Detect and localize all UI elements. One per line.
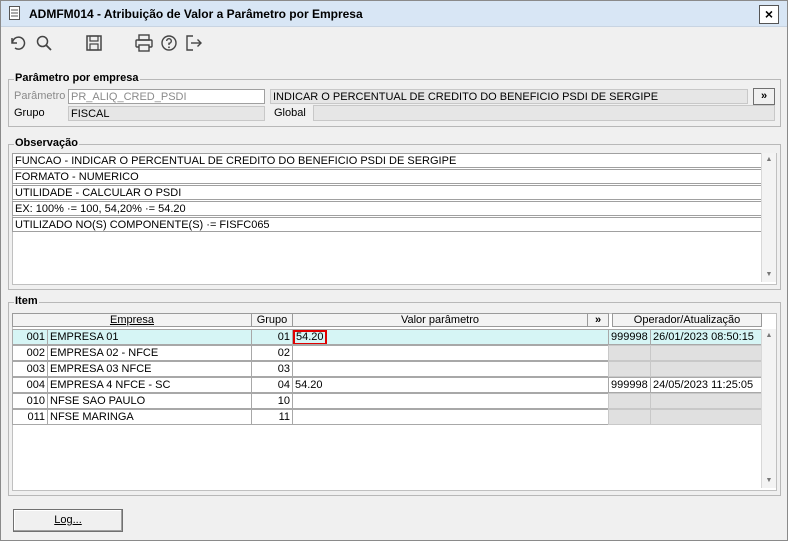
row-valor[interactable] xyxy=(292,361,609,377)
global-field xyxy=(313,105,775,121)
window-title: ADMFM014 - Atribuição de Valor a Parâmet… xyxy=(29,7,363,21)
row-atualizacao xyxy=(650,361,762,377)
scroll-up-icon[interactable]: ▲ xyxy=(762,153,776,167)
row-atualizacao xyxy=(650,393,762,409)
grupo-label: Grupo xyxy=(14,107,45,119)
log-button-label: Log... xyxy=(54,514,82,526)
row-grupo[interactable]: 10 xyxy=(251,393,293,409)
observacao-scrollbar[interactable]: ▲ ▼ xyxy=(761,153,776,282)
expand-description-button[interactable]: » xyxy=(753,88,775,105)
help-icon[interactable] xyxy=(158,32,180,54)
close-button[interactable]: × xyxy=(759,5,779,24)
observacao-line[interactable]: FORMATO - NUMERICO xyxy=(12,169,762,184)
column-header-operador[interactable]: Operador/Atualização xyxy=(612,313,762,327)
column-header-empresa[interactable]: Empresa xyxy=(12,313,252,327)
row-empresa[interactable]: NFSE SAO PAULO xyxy=(47,393,252,409)
item-table-scrollbar[interactable]: ▲ ▼ xyxy=(761,329,776,488)
row-grupo[interactable]: 01 xyxy=(251,329,293,345)
app-window: ADMFM014 - Atribuição de Valor a Parâmet… xyxy=(0,0,788,541)
row-grupo[interactable]: 11 xyxy=(251,409,293,425)
row-empresa[interactable]: EMPRESA 01 xyxy=(47,329,252,345)
grupo-field: FISCAL xyxy=(68,106,265,121)
row-code[interactable]: 004 xyxy=(12,377,48,393)
row-code[interactable]: 003 xyxy=(12,361,48,377)
save-icon[interactable] xyxy=(83,32,105,54)
row-empresa[interactable]: EMPRESA 03 NFCE xyxy=(47,361,252,377)
row-valor[interactable] xyxy=(292,409,609,425)
row-valor[interactable]: 54.20 xyxy=(292,329,609,345)
row-grupo[interactable]: 04 xyxy=(251,377,293,393)
row-operador: 999998 xyxy=(608,329,651,345)
print-icon[interactable] xyxy=(133,32,155,54)
undo-icon[interactable] xyxy=(7,32,29,54)
parametro-group-title: Parâmetro por empresa xyxy=(14,72,140,84)
search-icon[interactable] xyxy=(33,32,55,54)
parametro-field[interactable]: PR_ALIQ_CRED_PSDI xyxy=(68,89,265,104)
observacao-group-title: Observação xyxy=(14,137,79,149)
row-atualizacao: 24/05/2023 11:25:05 xyxy=(650,377,762,393)
row-operador: 999998 xyxy=(608,377,651,393)
row-grupo[interactable]: 02 xyxy=(251,345,293,361)
observacao-line[interactable]: EX: 100% ·= 100, 54,20% ·= 54.20 xyxy=(12,201,762,216)
row-valor[interactable]: 54.20 xyxy=(292,377,609,393)
exit-icon[interactable] xyxy=(183,32,205,54)
row-atualizacao xyxy=(650,345,762,361)
row-valor[interactable] xyxy=(292,345,609,361)
row-code[interactable]: 010 xyxy=(12,393,48,409)
parametro-label: Parâmetro xyxy=(14,90,66,102)
log-button[interactable]: Log... xyxy=(13,509,123,532)
global-label: Global xyxy=(274,107,306,119)
row-atualizacao xyxy=(650,409,762,425)
row-code[interactable]: 001 xyxy=(12,329,48,345)
row-empresa[interactable]: EMPRESA 4 NFCE - SC xyxy=(47,377,252,393)
observacao-line[interactable]: UTILIDADE - CALCULAR O PSDI xyxy=(12,185,762,200)
row-operador xyxy=(608,393,651,409)
parametro-description-field: INDICAR O PERCENTUAL DE CREDITO DO BENEF… xyxy=(270,89,748,104)
row-valor-text[interactable]: 54.20 xyxy=(293,330,327,344)
row-operador xyxy=(608,361,651,377)
row-operador xyxy=(608,345,651,361)
column-header-valor[interactable]: Valor parâmetro xyxy=(292,313,588,327)
title-bar: ADMFM014 - Atribuição de Valor a Parâmet… xyxy=(1,1,787,27)
document-icon xyxy=(9,6,20,20)
row-atualizacao: 26/01/2023 08:50:15 xyxy=(650,329,762,345)
column-header-grupo[interactable]: Grupo xyxy=(251,313,293,327)
column-expand-button[interactable]: » xyxy=(587,313,609,327)
item-group-title: Item xyxy=(14,295,39,307)
row-code[interactable]: 002 xyxy=(12,345,48,361)
scroll-up-icon[interactable]: ▲ xyxy=(762,329,776,343)
observacao-line[interactable]: FUNCAO - INDICAR O PERCENTUAL DE CREDITO… xyxy=(12,153,762,168)
row-code[interactable]: 011 xyxy=(12,409,48,425)
row-empresa[interactable]: NFSE MARINGA xyxy=(47,409,252,425)
row-operador xyxy=(608,409,651,425)
row-valor[interactable] xyxy=(292,393,609,409)
scroll-down-icon[interactable]: ▼ xyxy=(762,268,776,282)
observacao-line[interactable]: UTILIZADO NO(S) COMPONENTE(S) ·= FISFC06… xyxy=(12,217,762,232)
row-grupo[interactable]: 03 xyxy=(251,361,293,377)
scroll-down-icon[interactable]: ▼ xyxy=(762,474,776,488)
row-empresa[interactable]: EMPRESA 02 - NFCE xyxy=(47,345,252,361)
